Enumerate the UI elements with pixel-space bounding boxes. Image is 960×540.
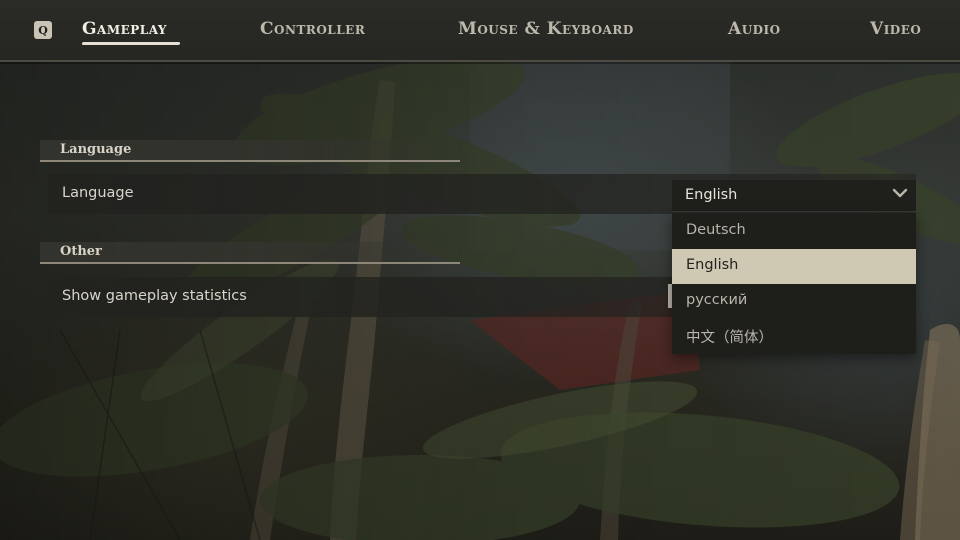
- chevron-down-icon: [892, 188, 908, 198]
- option-label: русский: [686, 292, 748, 308]
- option-label: 中文（简体）: [686, 330, 773, 346]
- language-dropdown-value: English: [685, 187, 738, 203]
- active-tab-underline: [81, 42, 181, 45]
- setting-label-gameplay-statistics: Show gameplay statistics: [62, 288, 247, 304]
- section-header-language: Language: [40, 140, 460, 162]
- language-dropdown-list: Deutsch English русский 中文（简体）: [672, 213, 916, 354]
- section-header-other: Other: [40, 242, 460, 264]
- top-nav-bar: Q Gameplay Controller Mouse & Keyboard A…: [0, 0, 960, 62]
- tab-gameplay[interactable]: Gameplay: [82, 19, 167, 39]
- language-dropdown[interactable]: English: [672, 180, 916, 212]
- language-option-deutsch[interactable]: Deutsch: [672, 214, 916, 249]
- language-option-chinese-simplified[interactable]: 中文（简体）: [672, 318, 916, 353]
- option-label: English: [686, 257, 739, 273]
- language-option-russian[interactable]: русский: [672, 284, 916, 319]
- language-option-english[interactable]: English: [672, 249, 916, 284]
- section-title: Other: [60, 244, 102, 259]
- tab-video[interactable]: Video: [870, 19, 921, 39]
- q-key-hint-icon: Q: [34, 21, 52, 39]
- tab-audio[interactable]: Audio: [728, 19, 781, 39]
- tab-controller[interactable]: Controller: [260, 19, 365, 39]
- setting-label-language: Language: [62, 185, 134, 201]
- option-label: Deutsch: [686, 222, 746, 238]
- section-title: Language: [60, 142, 132, 157]
- tab-mouse-keyboard[interactable]: Mouse & Keyboard: [458, 19, 634, 39]
